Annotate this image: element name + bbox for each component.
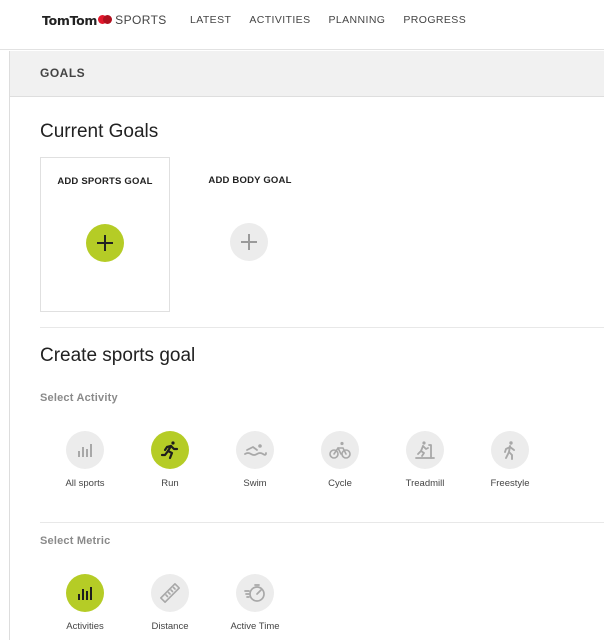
swimmer-icon (236, 431, 274, 469)
cyclist-icon (321, 431, 359, 469)
section-divider (40, 522, 604, 523)
add-sports-goal-label: ADD SPORTS GOAL (57, 176, 153, 187)
activity-swim[interactable]: Swim (220, 431, 290, 489)
activity-treadmill[interactable]: Treadmill (390, 431, 460, 489)
nav-progress[interactable]: PROGRESS (403, 12, 466, 28)
tomtom-sports-logo[interactable]: TomTom SPORTS (42, 12, 167, 28)
metric-distance[interactable]: Distance (135, 574, 205, 632)
activity-label: Freestyle (490, 478, 530, 489)
logo-product-name: SPORTS (115, 13, 167, 27)
tomtom-hands-icon (98, 15, 113, 25)
activity-label: Run (161, 478, 179, 489)
activity-label: Treadmill (405, 478, 445, 489)
metric-label: Active Time (230, 621, 280, 632)
nav-activities[interactable]: ACTIVITIES (249, 12, 310, 28)
activity-label: All sports (65, 478, 105, 489)
metric-label: Distance (151, 621, 189, 632)
section-divider (40, 327, 604, 328)
treadmill-icon (406, 431, 444, 469)
bar-chart-icon (66, 574, 104, 612)
metric-activities[interactable]: Activities (50, 574, 120, 632)
ruler-icon (151, 574, 189, 612)
add-body-goal-plus-icon[interactable] (230, 223, 268, 261)
runner-icon (151, 431, 189, 469)
bar-chart-icon (66, 431, 104, 469)
freestyle-icon (491, 431, 529, 469)
activity-label: Cycle (328, 478, 352, 489)
logo-wordmark: TomTom (42, 12, 98, 28)
add-sports-goal-card[interactable]: ADD SPORTS GOAL (40, 157, 170, 312)
add-sports-goal-plus-icon[interactable] (86, 224, 124, 262)
page-title: GOALS (40, 66, 86, 80)
add-body-goal-label: ADD BODY GOAL (208, 175, 292, 186)
nav-planning[interactable]: PLANNING (329, 12, 386, 28)
activity-run[interactable]: Run (135, 431, 205, 489)
current-goals-heading: Current Goals (40, 121, 159, 142)
select-activity-label: Select Activity (40, 392, 118, 404)
top-navigation-bar: TomTom SPORTS LATEST ACTIVITIES PLANNING… (0, 0, 604, 50)
activity-cycle[interactable]: Cycle (305, 431, 375, 489)
activity-label: Swim (243, 478, 267, 489)
select-metric-label: Select Metric (40, 535, 111, 547)
metric-active-time[interactable]: Active Time (220, 574, 290, 632)
main-nav: LATEST ACTIVITIES PLANNING PROGRESS (190, 12, 484, 28)
nav-latest[interactable]: LATEST (190, 12, 231, 28)
stopwatch-icon (236, 574, 274, 612)
add-body-goal-card[interactable]: ADD BODY GOAL (185, 157, 315, 312)
section-header-band: GOALS (10, 51, 604, 97)
left-rail-divider (9, 51, 10, 640)
create-sports-goal-heading: Create sports goal (40, 345, 196, 366)
activity-freestyle[interactable]: Freestyle (475, 431, 545, 489)
metric-label: Activities (66, 621, 104, 632)
activity-all-sports[interactable]: All sports (50, 431, 120, 489)
